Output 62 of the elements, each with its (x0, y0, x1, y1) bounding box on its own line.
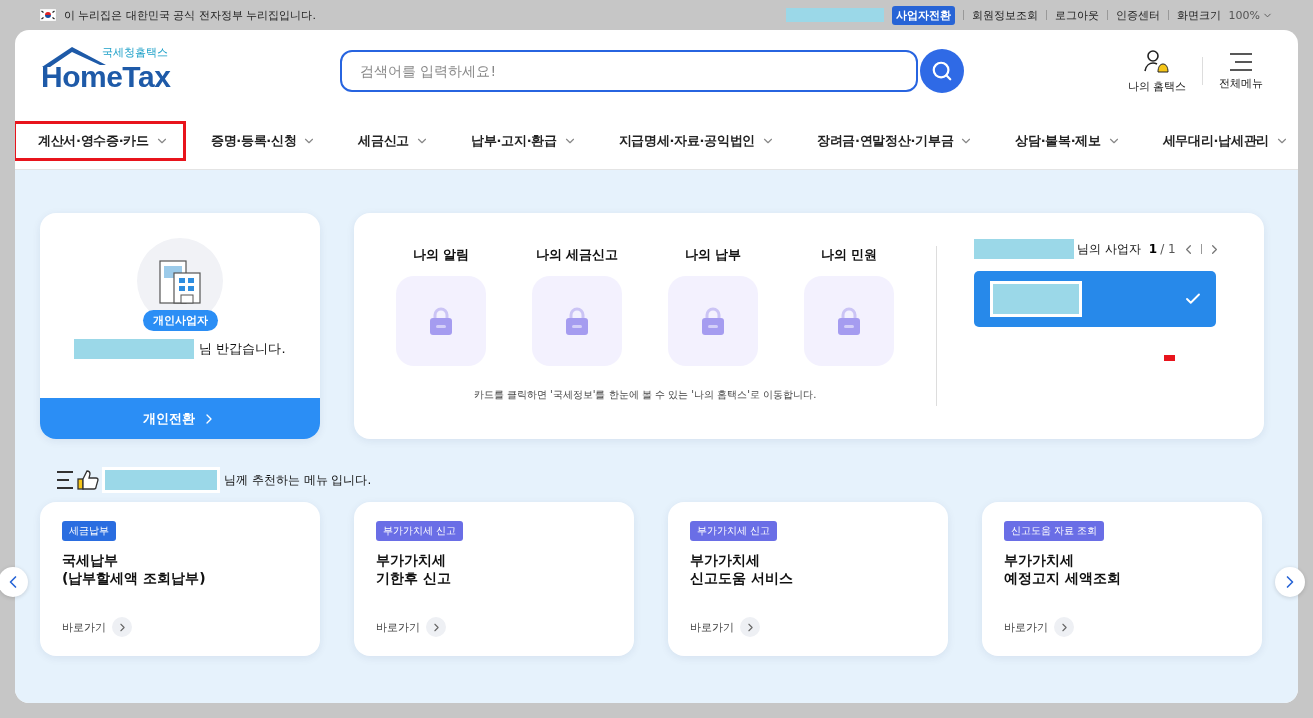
dash-mark (1164, 355, 1175, 361)
category-tag: 세금납부 (62, 521, 116, 541)
shortcut-link[interactable]: 바로가기 (376, 617, 612, 637)
shortcut-link[interactable]: 바로가기 (690, 617, 926, 637)
page-current: 1 (1148, 242, 1158, 256)
zoom-select[interactable]: 100% (1228, 8, 1273, 22)
recommend-card[interactable]: 세금납부 국세납부 (납부할세액 조회납부) 바로가기 (40, 502, 320, 656)
building-icon (156, 257, 204, 305)
recommend-card[interactable]: 부가가치세 신고 부가가치세 기한후 신고 바로가기 (354, 502, 634, 656)
chevron-right-icon (112, 617, 132, 637)
nav-menu-item[interactable]: 증명·등록·신청 (185, 120, 334, 161)
recommend-card[interactable]: 부가가치세 신고 부가가치세 신고도움 서비스 바로가기 (668, 502, 948, 656)
card-title: 부가가치세 신고도움 서비스 (690, 551, 794, 588)
nav-menu-item[interactable]: 납부·고지·환급 (446, 120, 594, 161)
nav-menu-item[interactable]: 계산서·영수증·카드 (15, 120, 186, 161)
category-tag: 부가가치세 신고 (376, 521, 464, 541)
notice-text: 이 누리집은 대한민국 공식 전자정부 누리집입니다. (64, 7, 316, 23)
all-menu-button[interactable]: 전체메뉴 (1209, 51, 1273, 91)
nav-menu-item[interactable]: 세금신고 (333, 120, 447, 161)
info-note: 카드를 클릭하면 '국세정보'를 한눈에 볼 수 있는 '나의 홈택스'로 이동합니다. (473, 388, 817, 402)
flag-icon (40, 9, 56, 21)
category-tag: 부가가치세 신고 (690, 521, 778, 541)
card-title: 부가가치세 예정고지 세액조회 (1004, 551, 1122, 588)
recommend-title: 님께 추천하는 메뉴 입니다. (224, 471, 372, 489)
nav-menu-item[interactable]: 장려금·연말정산·기부금 (791, 120, 991, 161)
business-switch-button[interactable]: 사업자전환 (891, 5, 955, 25)
logo-subtitle: 국세청홈택스 (102, 45, 168, 60)
nav-menu-item[interactable]: 세무대리·납세관리 (1137, 120, 1298, 161)
shortcut-link[interactable]: 바로가기 (1004, 617, 1240, 637)
list-thumbs-up-icon (56, 469, 100, 491)
lock-icon (701, 307, 725, 335)
my-hometax-button[interactable]: 나의 홈택스 (1117, 48, 1196, 94)
logo-text: HomeTax (41, 60, 171, 94)
top-link[interactable]: 인증센터 (1115, 7, 1160, 23)
business-entry[interactable] (974, 271, 1216, 327)
previous-arrow-button[interactable] (0, 567, 28, 597)
nav-menu-item[interactable]: 지급명세·자료·공익법인 (593, 120, 792, 161)
nav-menu-item[interactable]: 상담·불복·제보 (990, 120, 1138, 161)
top-link[interactable]: 로그아웃 (1054, 7, 1099, 23)
recommend-card[interactable]: 신고도움 자료 조회 부가가치세 예정고지 세액조회 바로가기 (982, 502, 1262, 656)
chevron-right-icon (740, 617, 760, 637)
business-type-badge: 개인사업자 (142, 310, 218, 331)
greeting-text: 님 반갑습니다. (199, 340, 286, 358)
next-arrow-button[interactable] (1275, 567, 1305, 597)
card-title: 국세납부 (납부할세액 조회납부) (62, 551, 207, 588)
top-link[interactable]: 회원정보조회 (971, 7, 1038, 23)
search-icon (931, 60, 953, 82)
lock-icon (565, 307, 589, 335)
top-link[interactable]: 화면크기 (1176, 7, 1221, 23)
user-bell-icon (1142, 48, 1171, 75)
category-tag: 신고도움 자료 조회 (1004, 521, 1105, 541)
chevron-right-icon (426, 617, 446, 637)
search-button[interactable] (920, 49, 964, 93)
business-label: 님의 사업자 (1077, 240, 1141, 258)
page-total: / 1 (1160, 242, 1176, 256)
lock-icon (837, 307, 861, 335)
shortcut-link[interactable]: 바로가기 (62, 617, 298, 637)
card-title: 부가가치세 기한후 신고 (376, 551, 452, 588)
chevron-right-icon (1054, 617, 1074, 637)
search-field[interactable]: 검색어를 입력하세요! (340, 50, 918, 92)
lock-icon (429, 307, 453, 335)
menu-icon (1229, 51, 1253, 72)
